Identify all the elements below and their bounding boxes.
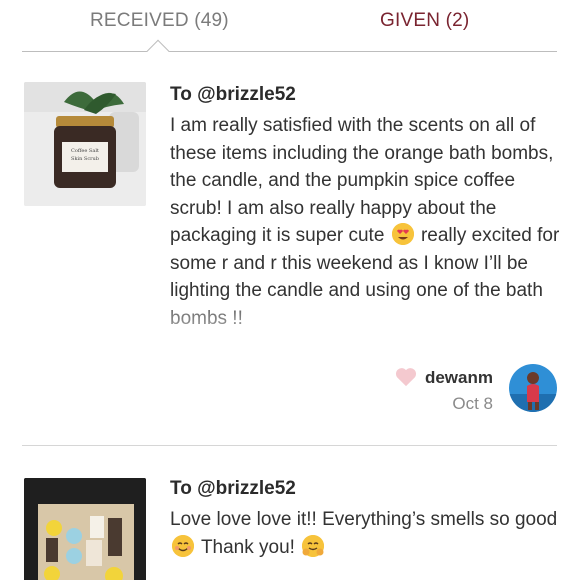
tab-given[interactable]: GIVEN (2) xyxy=(380,10,469,32)
text-fade-overlay xyxy=(162,302,562,364)
product-thumbnail[interactable] xyxy=(24,478,146,580)
tab-bar: RECEIVED (49) GIVEN (2) xyxy=(22,0,557,63)
svg-text:Skin Scrub: Skin Scrub xyxy=(71,156,99,162)
tab-received[interactable]: RECEIVED (49) xyxy=(90,10,229,32)
active-tab-indicator xyxy=(146,39,170,63)
reviewer-avatar[interactable] xyxy=(509,364,557,412)
review-card: To @brizzle52 Love love love it!! Everyt… xyxy=(22,476,557,580)
product-thumbnail[interactable]: Coffee Salt Skin Scrub xyxy=(24,82,146,206)
hugging-emoji-icon xyxy=(302,534,325,557)
reviewer-username[interactable]: dewanm xyxy=(425,368,493,388)
review-text: I am really satisfied with the scents on… xyxy=(170,115,560,329)
review-card: Coffee Salt Skin Scrub To @brizzle52 I a… xyxy=(22,82,562,446)
heart-icon[interactable] xyxy=(395,366,417,388)
heart-eyes-emoji-icon xyxy=(391,223,414,245)
review-recipient[interactable]: To @brizzle52 xyxy=(170,84,296,106)
review-text: Love love love it!! Everything’s smells … xyxy=(170,509,558,558)
review-date: Oct 8 xyxy=(452,394,493,413)
review-recipient[interactable]: To @brizzle52 xyxy=(170,478,296,500)
smiling-emoji-icon xyxy=(172,534,194,557)
jar-label-text: Coffee Salt xyxy=(71,148,99,154)
